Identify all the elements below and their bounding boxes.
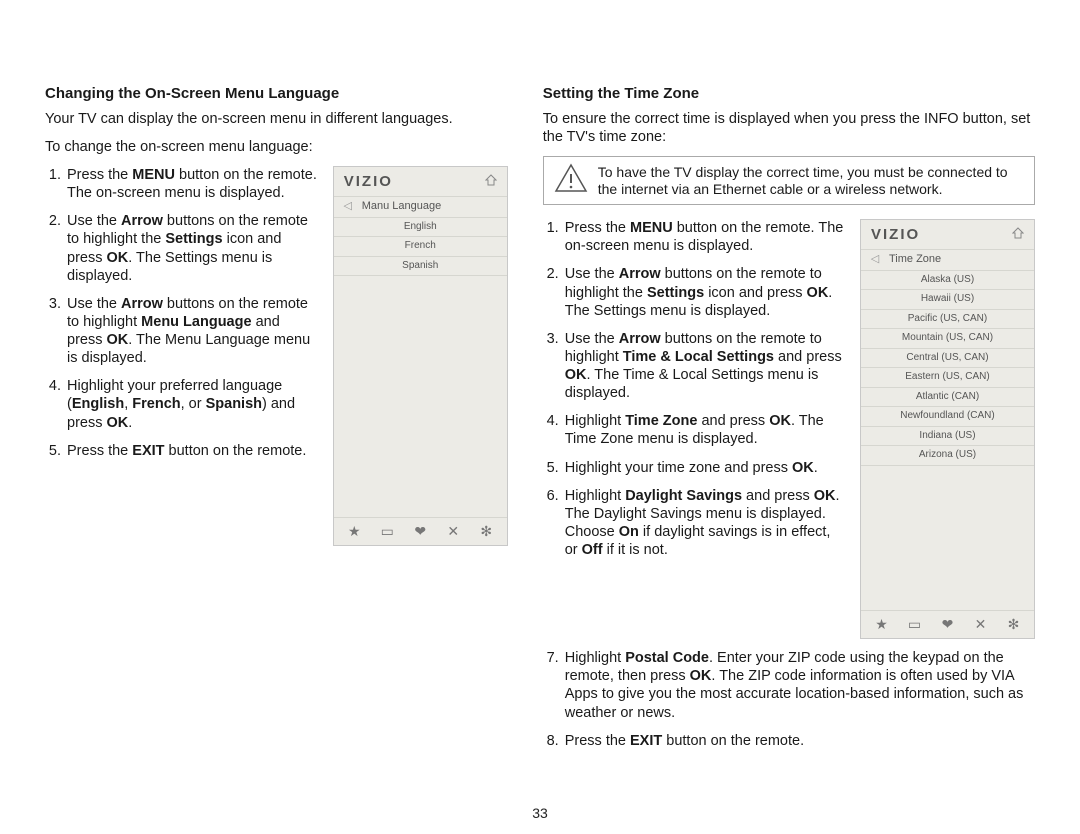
star-icon: ★	[872, 616, 892, 634]
option: Spanish	[334, 257, 507, 277]
option: Newfoundland (CAN)	[861, 407, 1034, 427]
cc-icon: ▭	[377, 523, 397, 541]
option: Alaska (US)	[861, 271, 1034, 291]
warning-text: To have the TV display the correct time,…	[598, 164, 1024, 198]
page-number: 33	[532, 805, 548, 823]
warning-icon	[554, 163, 588, 198]
brand-label: VIZIO	[871, 226, 920, 245]
panel-menu-title: Time Zone	[889, 253, 941, 267]
option: Mountain (US, CAN)	[861, 329, 1034, 349]
back-icon: ◁	[340, 200, 356, 214]
option: English	[334, 218, 507, 238]
step-2: Use the Arrow buttons on the remote to h…	[563, 265, 845, 319]
step-2: Use the Arrow buttons on the remote to h…	[65, 212, 318, 285]
step-4: Highlight Time Zone and press OK. The Ti…	[563, 412, 845, 448]
star-icon: ★	[344, 523, 364, 541]
vizio-panel-timezone: VIZIO ◁ Time Zone Alaska (US) Hawaii (US…	[860, 219, 1035, 639]
panel-options-list: English French Spanish	[334, 218, 507, 277]
home-icon	[1012, 226, 1024, 245]
gear-icon: ✻	[1004, 616, 1024, 634]
back-icon: ◁	[867, 253, 883, 267]
x-icon: ✕	[971, 616, 991, 634]
step-8: Press the EXIT button on the remote.	[563, 732, 1035, 750]
step-5: Highlight your time zone and press OK.	[563, 459, 845, 477]
steps-time-zone-cont: Highlight Postal Code. Enter your ZIP co…	[543, 649, 1035, 750]
step-6: Highlight Daylight Savings and press OK.…	[563, 487, 845, 560]
step-1: Press the MENU button on the remote. The…	[65, 166, 318, 202]
heading-time-zone: Setting the Time Zone	[543, 85, 1035, 104]
x-icon: ✕	[443, 523, 463, 541]
option: Pacific (US, CAN)	[861, 310, 1034, 330]
step-3: Use the Arrow buttons on the remote to h…	[65, 295, 318, 368]
panel-menu-title-row: ◁ Manu Language	[334, 197, 507, 218]
intro-paragraph-2: To change the on-screen menu language:	[45, 138, 508, 156]
panel-footer: ★ ▭ ❤ ✕ ✻	[334, 517, 507, 546]
option: Atlantic (CAN)	[861, 388, 1034, 408]
cc-icon: ▭	[905, 616, 925, 634]
brand-label: VIZIO	[344, 173, 393, 192]
step-4: Highlight your preferred language (Engli…	[65, 377, 318, 431]
panel-header: VIZIO	[861, 220, 1034, 250]
heading-menu-language: Changing the On-Screen Menu Language	[45, 85, 508, 104]
option: Indiana (US)	[861, 427, 1034, 447]
warning-box: To have the TV display the correct time,…	[543, 156, 1035, 205]
step-3: Use the Arrow buttons on the remote to h…	[563, 330, 845, 403]
v-heart-icon: ❤	[410, 523, 430, 541]
v-heart-icon: ❤	[938, 616, 958, 634]
steps-menu-language: Press the MENU button on the remote. The…	[45, 166, 318, 460]
option: Hawaii (US)	[861, 290, 1034, 310]
step-5: Press the EXIT button on the remote.	[65, 442, 318, 460]
right-column: Setting the Time Zone To ensure the corr…	[543, 85, 1035, 760]
intro-paragraph-1: Your TV can display the on-screen menu i…	[45, 110, 508, 128]
option: Central (US, CAN)	[861, 349, 1034, 369]
panel-menu-title-row: ◁ Time Zone	[861, 250, 1034, 271]
gear-icon: ✻	[476, 523, 496, 541]
step-1: Press the MENU button on the remote. The…	[563, 219, 845, 255]
vizio-panel-language: VIZIO ◁ Manu Language English French Spa…	[333, 166, 508, 546]
steps-time-zone: Press the MENU button on the remote. The…	[543, 219, 845, 559]
panel-header: VIZIO	[334, 167, 507, 197]
step-7: Highlight Postal Code. Enter your ZIP co…	[563, 649, 1035, 722]
panel-options-list: Alaska (US) Hawaii (US) Pacific (US, CAN…	[861, 271, 1034, 466]
home-icon	[485, 173, 497, 192]
panel-menu-title: Manu Language	[362, 200, 442, 214]
option: Arizona (US)	[861, 446, 1034, 466]
option: Eastern (US, CAN)	[861, 368, 1034, 388]
intro-paragraph: To ensure the correct time is displayed …	[543, 110, 1035, 146]
left-column: Changing the On-Screen Menu Language You…	[45, 85, 508, 760]
option: French	[334, 237, 507, 257]
panel-footer: ★ ▭ ❤ ✕ ✻	[861, 610, 1034, 639]
